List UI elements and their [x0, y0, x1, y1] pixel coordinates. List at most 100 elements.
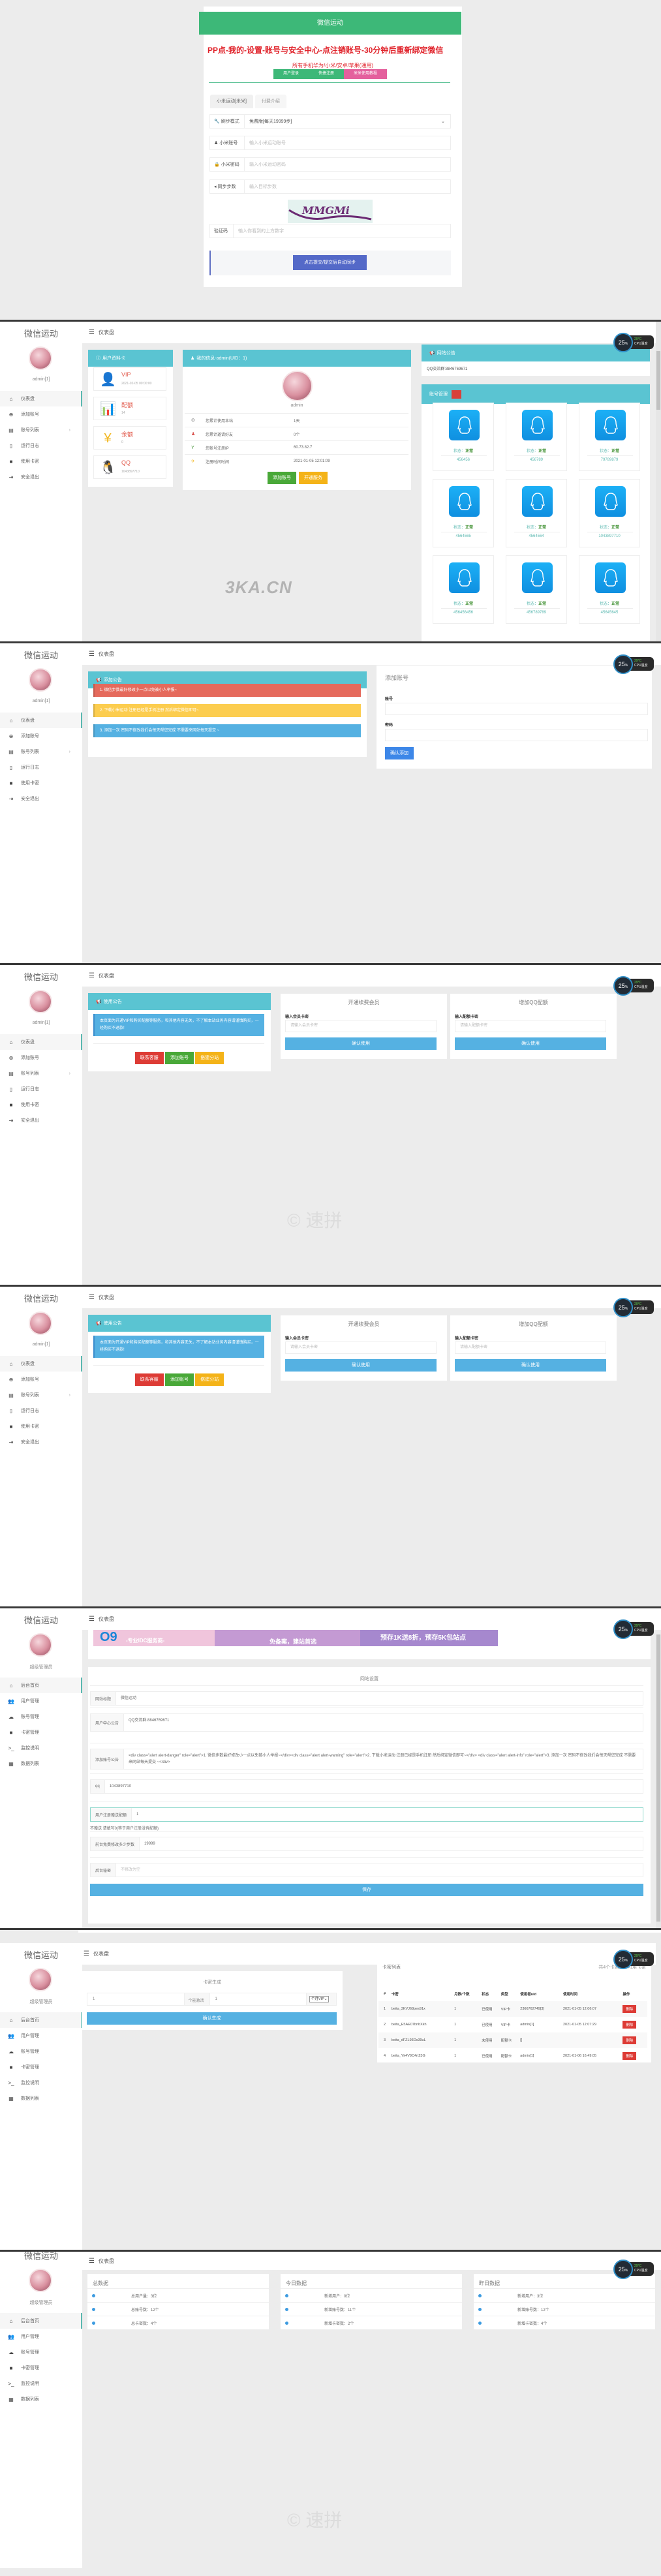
vip-confirm-button[interactable]: 确认使用 [285, 1359, 437, 1372]
sidebar-item-2[interactable]: ▤ 账号列表 › [0, 1066, 82, 1081]
avatar[interactable] [29, 1968, 52, 1991]
menu-icon[interactable]: ☰ [84, 1950, 89, 1957]
type-select[interactable]: 个月VIP⌄ [309, 1996, 330, 2002]
contact-support-button[interactable]: 联系客服 [134, 1373, 164, 1386]
setting-field[interactable]: 用户注册赠送配额 1 [90, 1807, 643, 1822]
sidebar-item-2[interactable]: ☁ 账号管理 [0, 2344, 82, 2360]
quota-input[interactable]: 请输入配额卡密 [455, 1020, 606, 1032]
setting-field[interactable]: qq 1043897710 [90, 1779, 643, 1794]
account-tile[interactable]: 状态：正常 456789789 [506, 555, 567, 624]
sidebar-item-5[interactable]: ⇥ 安全退出 [0, 469, 82, 485]
sidebar-item-2[interactable]: ☁ 账号管理 [0, 1709, 82, 1725]
sidebar-item-5[interactable]: ⇥ 安全退出 [0, 791, 82, 806]
captcha-field[interactable]: 验证码 输入你看到的上方数字 [209, 224, 451, 238]
account-field[interactable]: ♟ 小米账号 输入小米运动账号 [209, 136, 451, 150]
sidebar-item-4[interactable]: >_ 监控说明 [0, 1740, 82, 1756]
account-tile[interactable]: 状态：正常 456456 [433, 403, 494, 471]
avatar[interactable] [29, 668, 52, 692]
sidebar-item-3[interactable]: ▯ 运行日志 [0, 438, 82, 453]
account-input[interactable]: 输入小米运动账号 [245, 140, 450, 146]
avatar[interactable] [29, 346, 52, 370]
sidebar-item-4[interactable]: ■ 使用卡密 [0, 453, 82, 469]
menu-icon[interactable]: ☰ [89, 972, 95, 979]
sidebar-item-5[interactable]: ▦ 数据列表 [0, 2091, 82, 2106]
sidebar-item-1[interactable]: ⊕ 添加账号 [0, 728, 82, 744]
contact-support-button[interactable]: 联系客服 [134, 1052, 164, 1064]
tab-pricing[interactable]: 付费介绍 [254, 95, 286, 108]
account-tile[interactable]: 状态：正常 4564564 [506, 479, 567, 547]
setting-field[interactable]: 前台免费修改多少步数 19999 [90, 1837, 643, 1851]
delete-button[interactable]: 删除 [623, 2005, 637, 2013]
build-substation-button[interactable]: 搭建分站 [195, 1052, 224, 1064]
account-tile[interactable]: 状态：正常 1043897710 [579, 479, 640, 547]
menu-icon[interactable]: ☰ [89, 1616, 95, 1623]
sidebar-item-0[interactable]: ⌂ 仪表盘 [0, 391, 82, 406]
edit-icon[interactable] [452, 390, 461, 399]
setting-input[interactable]: 1 [132, 1808, 643, 1821]
sidebar-item-1[interactable]: ⊕ 添加账号 [0, 1050, 82, 1066]
add-account-button[interactable]: 添加账号 [165, 1373, 194, 1386]
tab-xiaomi[interactable]: 小米运动[米米] [210, 95, 253, 108]
delete-button[interactable]: 删除 [623, 2036, 637, 2044]
sidebar-item-1[interactable]: 👥 用户管理 [0, 2028, 82, 2044]
build-substation-button[interactable]: 搭建分站 [195, 1373, 224, 1386]
quota-confirm-button[interactable]: 确认使用 [455, 1359, 606, 1372]
avatar[interactable] [29, 1633, 52, 1657]
account-tile[interactable]: 状态：正常 4564565 [433, 479, 494, 547]
avatar[interactable] [29, 1311, 52, 1335]
sidebar-item-1[interactable]: ⊕ 添加账号 [0, 406, 82, 422]
save-button[interactable]: 保存 [90, 1884, 643, 1896]
tab-tutorial[interactable]: 米米使用教程 [344, 69, 387, 79]
delete-button[interactable]: 删除 [623, 2021, 637, 2029]
add-account-button[interactable]: 添加账号 [165, 1052, 194, 1064]
sidebar-item-4[interactable]: ■ 使用卡密 [0, 1097, 82, 1112]
submit-button[interactable]: 点击提交/提交后自动同步 [293, 255, 367, 270]
sidebar-item-3[interactable]: ▯ 运行日志 [0, 759, 82, 775]
avatar[interactable] [29, 990, 52, 1013]
sidebar-item-0[interactable]: ⌂ 仪表盘 [0, 713, 82, 728]
account-tile[interactable]: 状态：正常 456789 [506, 403, 567, 471]
sidebar-item-0[interactable]: ⌂ 后台首页 [0, 2012, 82, 2028]
sidebar-item-3[interactable]: ■ 卡密管理 [0, 1725, 82, 1740]
account-tile[interactable]: 状态：正常 79789879 [579, 403, 640, 471]
confirm-add-button[interactable]: 确认添加 [385, 747, 414, 759]
sidebar-item-3[interactable]: ▯ 运行日志 [0, 1403, 82, 1418]
count-input[interactable]: 1 [87, 1993, 184, 2005]
sidebar-item-0[interactable]: ⌂ 后台首页 [0, 1678, 82, 1693]
sidebar-item-2[interactable]: ▤ 账号列表 › [0, 422, 82, 438]
ad-banner[interactable]: O9 -专业IDC服务商- 免备案，建站首选 预存1K送8折，预存5K包站点 [93, 1630, 498, 1646]
password-input[interactable] [385, 729, 648, 741]
captcha-image[interactable]: MMGMi [288, 200, 373, 223]
setting-input[interactable]: 微信运动 [116, 1692, 643, 1705]
sidebar-item-5[interactable]: ▦ 数据列表 [0, 1756, 82, 1771]
menu-icon[interactable]: ☰ [89, 1294, 95, 1301]
mode-select[interactable]: 🔧 刷步模式 免费版[每天19999步] ⌄ [209, 114, 451, 129]
vip-confirm-button[interactable]: 确认使用 [285, 1037, 437, 1050]
account-tile[interactable]: 状态：正常 456456456 [433, 555, 494, 624]
steps-field[interactable]: ◂ 同步步数 输入目标步数 [209, 179, 451, 194]
months-input[interactable]: 1 [210, 1993, 307, 2005]
account-tile[interactable]: 状态：正常 45645645 [579, 555, 640, 624]
delete-button[interactable]: 删除 [623, 2052, 637, 2060]
setting-field[interactable]: 添加账号公告 <div class="alert alert-danger" ro… [90, 1749, 643, 1770]
scrollbar[interactable] [656, 1634, 661, 1928]
avatar[interactable] [29, 2269, 52, 2292]
sidebar-item-0[interactable]: ⌂ 仪表盘 [0, 1034, 82, 1050]
setting-input[interactable]: 不修改为空 [116, 1863, 643, 1877]
sidebar-item-4[interactable]: ■ 使用卡密 [0, 775, 82, 791]
open-service-button[interactable]: 开通服务 [299, 472, 328, 484]
sidebar-item-5[interactable]: ▦ 数据列表 [0, 2391, 82, 2407]
generate-button[interactable]: 确认生成 [87, 2012, 337, 2025]
menu-icon[interactable]: ☰ [89, 651, 95, 658]
vip-input[interactable]: 请输入会员卡密 [285, 1020, 437, 1032]
setting-input[interactable]: 1043897710 [105, 1780, 643, 1793]
setting-input[interactable]: <div class="alert alert-danger" role="al… [124, 1749, 643, 1769]
setting-input[interactable]: QQ交流群:8846769671 [124, 1714, 643, 1731]
quota-input[interactable]: 请输入配额卡密 [455, 1342, 606, 1354]
sidebar-item-1[interactable]: ⊕ 添加账号 [0, 1372, 82, 1387]
sidebar-item-4[interactable]: >_ 监控说明 [0, 2075, 82, 2091]
sidebar-item-2[interactable]: ▤ 账号列表 › [0, 1387, 82, 1403]
setting-field[interactable]: 后台秘密 不修改为空 [90, 1863, 643, 1877]
add-account-button[interactable]: 添加账号 [268, 472, 296, 484]
sidebar-item-4[interactable]: >_ 监控说明 [0, 2376, 82, 2391]
